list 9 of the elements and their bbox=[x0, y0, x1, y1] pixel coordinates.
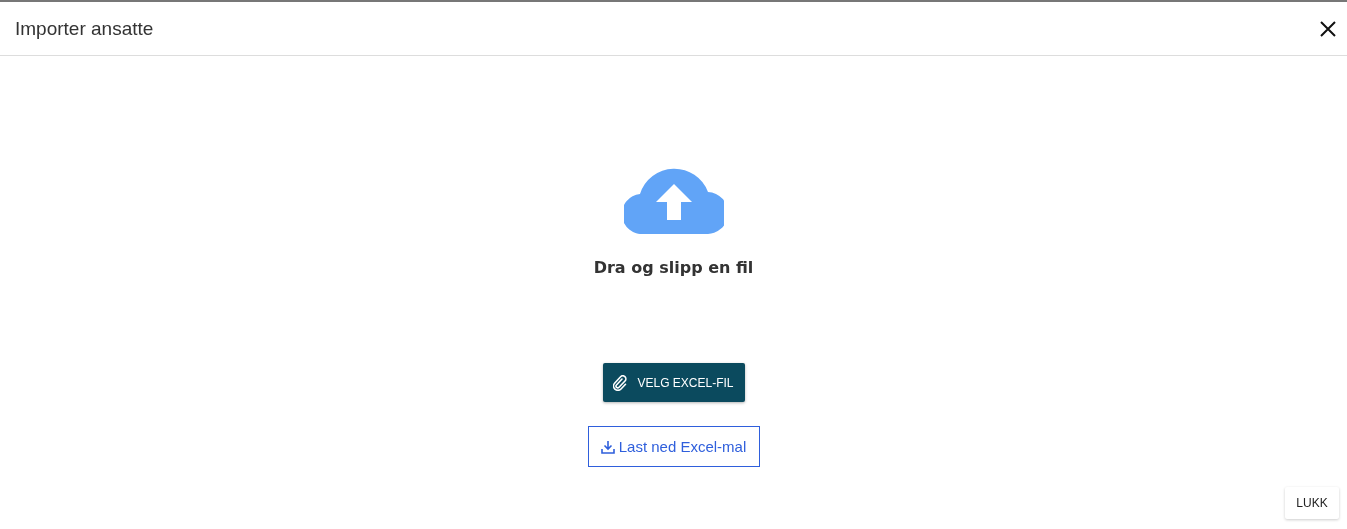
drop-hint: Dra og slipp en fil bbox=[593, 258, 754, 277]
download-icon bbox=[600, 439, 615, 454]
download-template-link[interactable]: Last ned Excel-mal bbox=[587, 426, 760, 467]
choose-file-button[interactable]: VELG EXCEL-FIL bbox=[602, 363, 745, 402]
close-icon[interactable] bbox=[1320, 20, 1336, 37]
close-button[interactable]: LUKK bbox=[1285, 487, 1339, 519]
cloud-upload-icon bbox=[623, 166, 724, 234]
paperclip-icon bbox=[613, 374, 628, 391]
dialog-title: Importer ansatte bbox=[15, 17, 154, 40]
